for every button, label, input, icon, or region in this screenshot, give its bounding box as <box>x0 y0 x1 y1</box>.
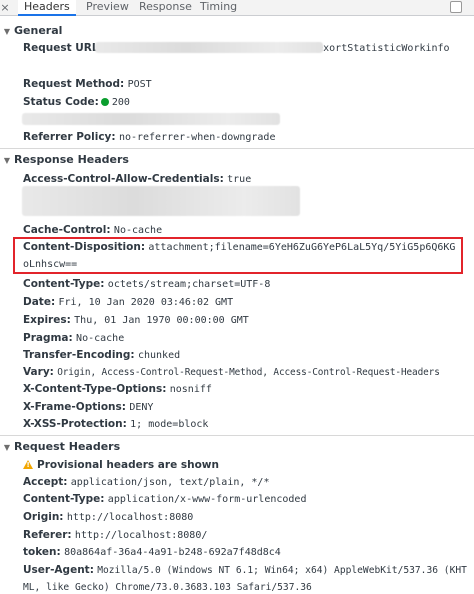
provisional-headers-warning: Provisional headers are shown <box>23 457 463 474</box>
panel-toggle-icon[interactable] <box>450 1 462 13</box>
req-content-type-row: Content-Type: application/x-www-form-url… <box>23 493 307 505</box>
tab-preview[interactable]: Preview <box>80 0 135 16</box>
req-origin-row: Origin: http://localhost:8080 <box>23 511 194 523</box>
request-url-value: /exortStatisticWorkinfo <box>311 43 450 54</box>
header-xcto-row: X-Content-Type-Options: nosniff <box>23 383 212 395</box>
section-general-header[interactable]: ▼ General <box>0 22 474 40</box>
tab-timing[interactable]: Timing <box>194 0 243 16</box>
req-referer-row: Referer: http://localhost:8080/ <box>23 529 208 541</box>
highlight-box <box>13 237 463 274</box>
divider <box>0 435 474 436</box>
request-method-row: Request Method: POST <box>23 78 152 90</box>
redacted-url <box>95 42 323 53</box>
triangle-down-icon: ▼ <box>3 156 11 165</box>
tab-response[interactable]: Response <box>133 0 198 16</box>
header-vary-row: Vary: Origin, Access-Control-Request-Met… <box>23 366 440 378</box>
status-code-row: Status Code: 200 <box>23 96 130 108</box>
section-request-headers-header[interactable]: ▼ Request Headers <box>0 438 474 456</box>
header-content-type-row: Content-Type: octets/stream;charset=UTF-… <box>23 278 271 290</box>
header-pragma-row: Pragma: No-cache <box>23 332 125 344</box>
warning-icon <box>23 460 33 469</box>
header-xfo-row: X-Frame-Options: DENY <box>23 401 154 413</box>
redacted-remote-address <box>22 113 280 125</box>
triangle-down-icon: ▼ <box>3 27 11 36</box>
header-date-row: Date: Fri, 10 Jan 2020 03:46:02 GMT <box>23 296 234 308</box>
redacted-headers <box>22 186 300 216</box>
header-expires-row: Expires: Thu, 01 Jan 1970 00:00:00 GMT <box>23 314 249 326</box>
referrer-policy-row: Referrer Policy: no-referrer-when-downgr… <box>23 131 276 143</box>
req-token-row: token: 80a864af-36a4-4a91-b248-692a7f48d… <box>23 546 281 558</box>
tab-headers[interactable]: Headers <box>18 0 76 16</box>
header-transfer-encoding-row: Transfer-Encoding: chunked <box>23 349 181 361</box>
close-icon[interactable]: × <box>0 1 10 15</box>
section-response-headers-header[interactable]: ▼ Response Headers <box>0 151 474 169</box>
header-xxss-row: X-XSS-Protection: 1; mode=block <box>23 418 209 430</box>
devtools-tab-bar: × Headers Preview Response Timing <box>0 0 474 16</box>
req-user-agent-row: User-Agent: Mozilla/5.0 (Windows NT 6.1;… <box>23 564 467 593</box>
divider <box>0 148 474 149</box>
triangle-down-icon: ▼ <box>3 443 11 452</box>
req-accept-row: Accept: application/json, text/plain, */… <box>23 476 270 488</box>
green-dot-icon <box>100 98 109 106</box>
